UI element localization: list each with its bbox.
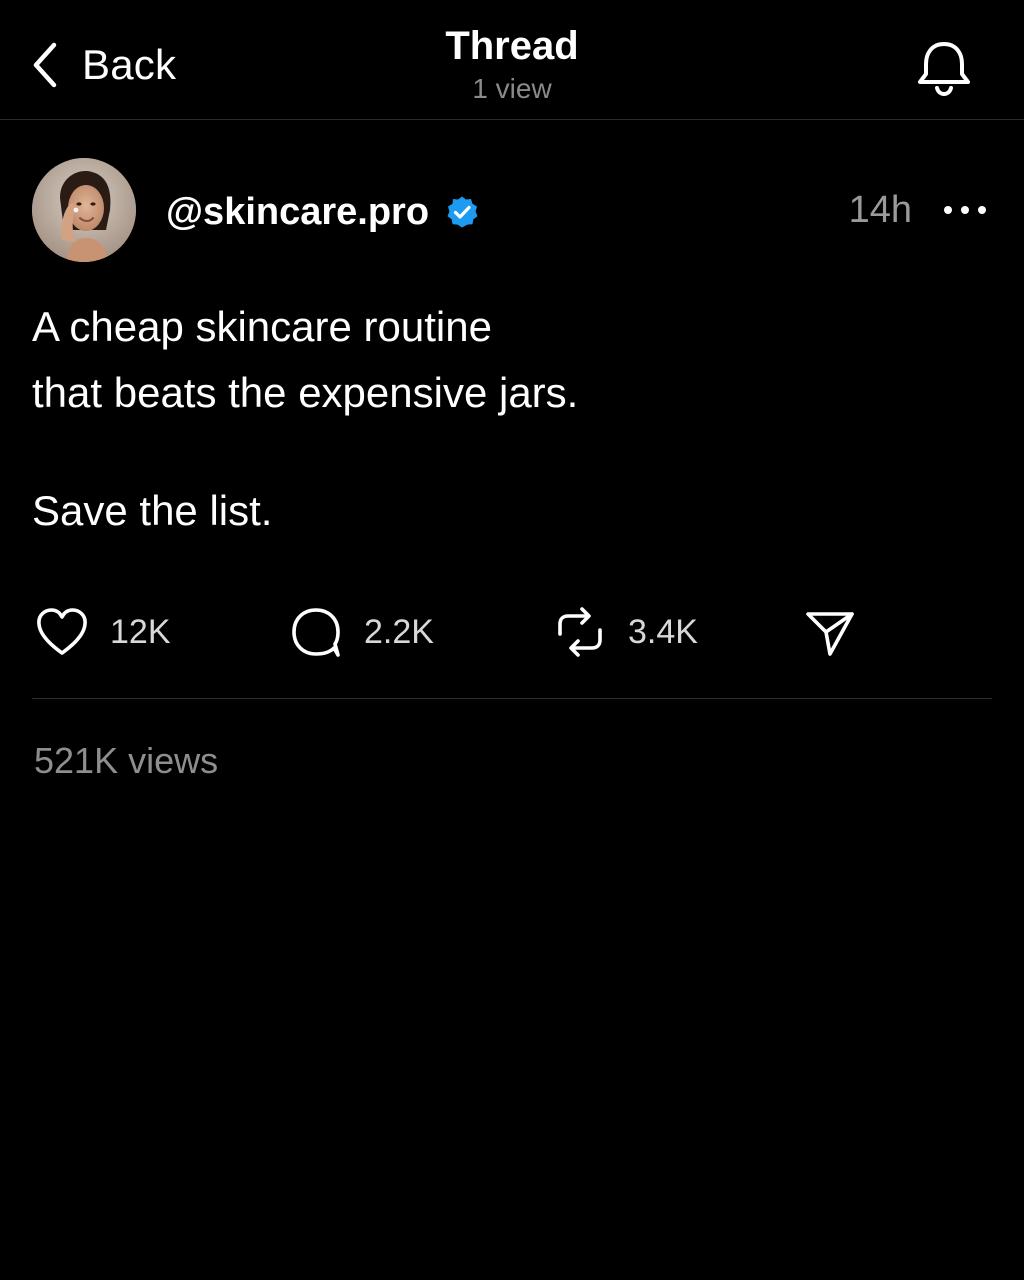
username-link[interactable]: @skincare.pro	[166, 191, 429, 234]
more-horizontal-icon	[940, 206, 990, 230]
post-timestamp: 14h	[848, 189, 912, 231]
avatar-image	[32, 158, 136, 262]
like-button[interactable]: 12K	[34, 602, 171, 662]
top-bar: Back Thread 1 view	[0, 0, 1024, 120]
avatar[interactable]	[32, 158, 136, 262]
more-options-button[interactable]	[940, 194, 990, 226]
reply-count: 2.2K	[364, 612, 434, 651]
post-text-line: that beats the expensive jars.	[32, 369, 579, 416]
repost-icon	[552, 604, 608, 660]
back-button[interactable]: Back	[30, 38, 176, 92]
page-view-count: 1 view	[472, 73, 552, 104]
header-title-group: Thread 1 view	[312, 22, 712, 106]
bell-icon	[912, 42, 976, 104]
speech-bubble-icon	[288, 604, 344, 660]
author-row: @skincare.pro	[166, 186, 479, 238]
page-title: Thread	[445, 24, 579, 68]
heart-icon	[34, 606, 90, 658]
share-button[interactable]	[802, 602, 858, 662]
divider	[32, 698, 992, 699]
post-text-line: Save the list.	[32, 487, 273, 534]
send-icon	[802, 604, 858, 660]
repost-count: 3.4K	[628, 612, 698, 651]
like-count: 12K	[110, 612, 171, 651]
post-text-line: A cheap skincare routine	[32, 303, 492, 350]
verified-badge-icon	[429, 195, 479, 229]
chevron-left-icon	[30, 41, 60, 89]
notifications-button[interactable]	[912, 36, 976, 100]
post-text: A cheap skincare routine that beats the …	[32, 294, 972, 544]
repost-button[interactable]: 3.4K	[552, 602, 698, 662]
reply-button[interactable]: 2.2K	[288, 602, 434, 662]
post-view-count: 521K views	[34, 740, 219, 781]
back-label: Back	[82, 41, 177, 88]
